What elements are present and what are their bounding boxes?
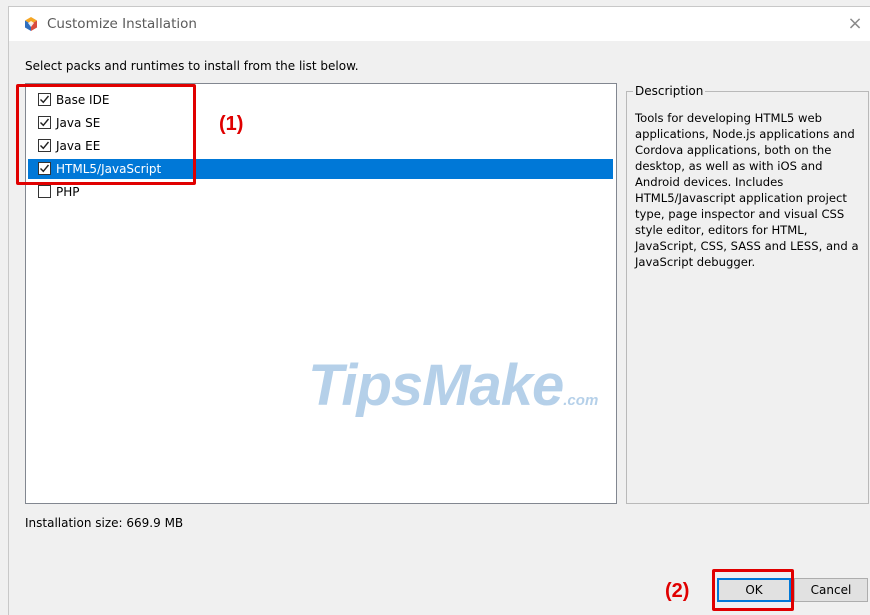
pack-label: PHP: [56, 185, 80, 199]
watermark-text: TipsMake: [308, 353, 564, 418]
annotation-step-2: (2): [665, 580, 690, 602]
watermark: TipsMake.com: [308, 352, 628, 422]
cancel-button[interactable]: Cancel: [794, 578, 868, 602]
pack-item-php[interactable]: PHP: [28, 182, 613, 202]
netbeans-cube-icon: [23, 16, 39, 32]
description-panel: Description Tools for developing HTML5 w…: [626, 84, 869, 504]
annotation-box-ok: [712, 569, 794, 611]
title-bar[interactable]: Customize Installation ×: [9, 7, 870, 41]
installation-size: Installation size: 669.9 MB: [25, 516, 184, 530]
close-icon[interactable]: ×: [840, 7, 870, 41]
customize-installation-dialog: Customize Installation × Select packs an…: [8, 6, 870, 615]
description-text: Tools for developing HTML5 web applicati…: [635, 111, 859, 269]
instruction-text: Select packs and runtimes to install fro…: [25, 59, 359, 73]
window-title: Customize Installation: [47, 16, 197, 32]
watermark-suffix: .com: [563, 392, 599, 409]
description-legend: Description: [633, 84, 706, 98]
annotation-box-packs: [16, 84, 196, 185]
checkbox[interactable]: [38, 185, 51, 198]
annotation-step-1: (1): [219, 113, 244, 135]
